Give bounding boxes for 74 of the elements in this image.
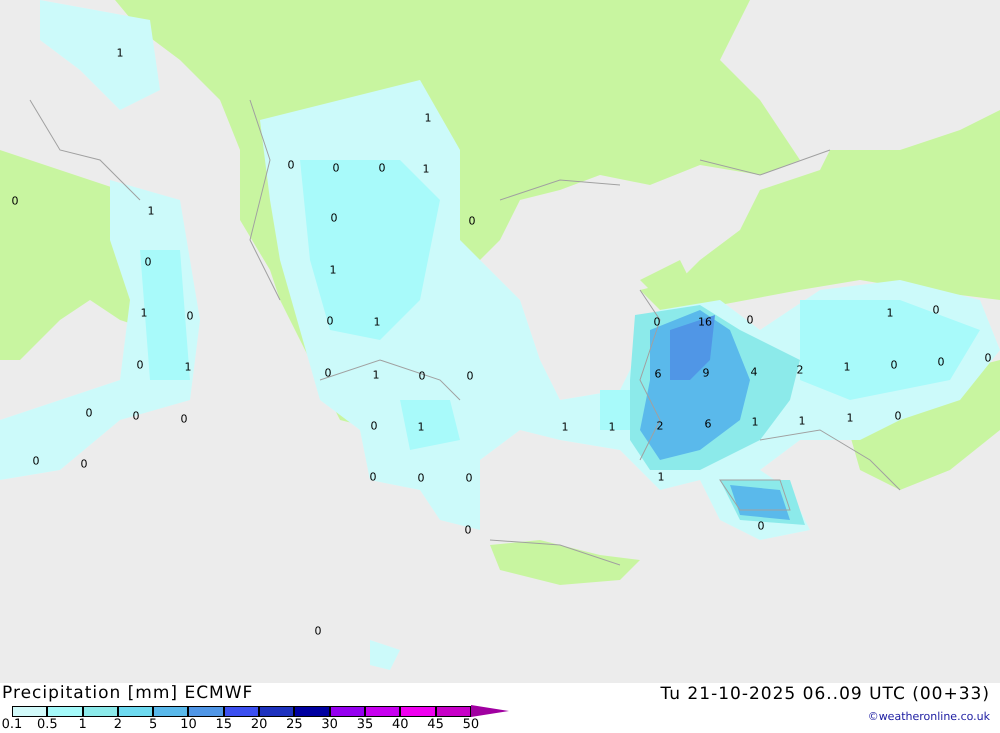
precipitation-value: 0 xyxy=(466,370,474,382)
precipitation-value: 0 xyxy=(378,162,386,174)
precipitation-value: 0 xyxy=(80,458,88,470)
legend-tick-label: 15 xyxy=(216,717,232,733)
precipitation-value: 1 xyxy=(562,422,568,432)
legend-tick-label: 50 xyxy=(462,717,480,733)
precipitation-value: 1 xyxy=(374,316,380,328)
precipitation-value: 0 xyxy=(324,368,332,378)
legend-tick-label: 10 xyxy=(180,717,197,733)
precipitation-value: 1 xyxy=(424,112,432,124)
forecast-time: Tu 21-10-2025 06..09 UTC (00+33) xyxy=(660,683,990,706)
precipitation-value: 0 xyxy=(288,160,294,170)
precipitation-value: 1 xyxy=(798,416,806,426)
precipitation-value: 0 xyxy=(418,472,424,484)
precipitation-value: 0 xyxy=(12,196,18,206)
legend-tick-label: 5 xyxy=(149,717,158,733)
precipitation-value: 0 xyxy=(890,360,898,370)
precipitation-value: 0 xyxy=(144,256,152,268)
precipitation-value: 1 xyxy=(330,264,336,276)
legend-tick-label: 2 xyxy=(114,717,122,733)
legend-tick-label: 35 xyxy=(356,717,374,733)
precipitation-value: 0 xyxy=(418,370,426,382)
precipitation-value: 9 xyxy=(702,368,710,378)
precipitation-value: 1 xyxy=(422,164,430,174)
precipitation-value: 1 xyxy=(844,362,850,372)
precipitation-value: 0 xyxy=(314,626,322,636)
precipitation-value: 0 xyxy=(186,310,194,322)
precipitation-value: 1 xyxy=(116,48,124,58)
precipitation-value: 0 xyxy=(332,162,340,174)
precipitation-value: 1 xyxy=(372,370,380,380)
credit-link[interactable]: ©weatheronline.co.uk xyxy=(868,710,990,724)
precipitation-value: 0 xyxy=(466,472,472,484)
precipitation-value: 0 xyxy=(136,360,144,370)
precipitation-value: 1 xyxy=(608,422,616,432)
legend-tick-label: 20 xyxy=(250,717,268,733)
precipitation-value: 0 xyxy=(86,408,92,418)
precipitation-value: 16 xyxy=(698,316,712,328)
precipitation-value: 6 xyxy=(654,368,662,380)
precipitation-value: 0 xyxy=(894,410,902,422)
precipitation-value: 0 xyxy=(330,212,338,224)
legend-tick-label: 25 xyxy=(286,717,303,733)
precipitation-value: 6 xyxy=(704,418,712,430)
precipitation-value: 0 xyxy=(326,316,334,326)
precipitation-value: 1 xyxy=(752,416,758,428)
precipitation-value: 0 xyxy=(746,314,754,326)
precipitation-value: 0 xyxy=(32,456,40,466)
precipitation-value: 0 xyxy=(468,216,476,226)
precipitation-value: 1 xyxy=(418,422,424,432)
precipitation-value: 1 xyxy=(846,412,854,424)
legend-tick-label: 0.1 xyxy=(2,717,22,733)
legend-tick-label: 45 xyxy=(427,717,444,733)
precipitation-value: 0 xyxy=(464,524,472,536)
legend-tick-label: 30 xyxy=(321,717,338,733)
legend-tick-label: 0.5 xyxy=(36,717,58,733)
legend-tick-label: 1 xyxy=(78,717,87,733)
precipitation-value: 0 xyxy=(132,410,140,422)
legend-tick-label: 40 xyxy=(392,717,409,733)
precipitation-value: 0 xyxy=(938,356,944,368)
precipitation-value: 2 xyxy=(796,364,804,376)
precipitation-value: 0 xyxy=(758,520,764,532)
precipitation-value: 2 xyxy=(656,420,664,432)
precipitation-value: 0 xyxy=(370,420,378,432)
precipitation-value: 1 xyxy=(886,308,894,318)
precipitation-value: 1 xyxy=(184,362,192,372)
precipitation-value: 4 xyxy=(750,366,758,378)
map-title: Precipitation [mm] ECMWF xyxy=(2,683,254,705)
precipitation-value: 0 xyxy=(370,472,376,482)
precipitation-value: 0 xyxy=(984,352,992,364)
precipitation-value: 1 xyxy=(658,472,664,482)
precipitation-value: 1 xyxy=(148,206,154,216)
precipitation-value: 0 xyxy=(654,316,660,328)
precipitation-value: 0 xyxy=(932,304,940,316)
precipitation-value: 1 xyxy=(140,308,148,318)
precipitation-value: 0 xyxy=(180,414,188,424)
